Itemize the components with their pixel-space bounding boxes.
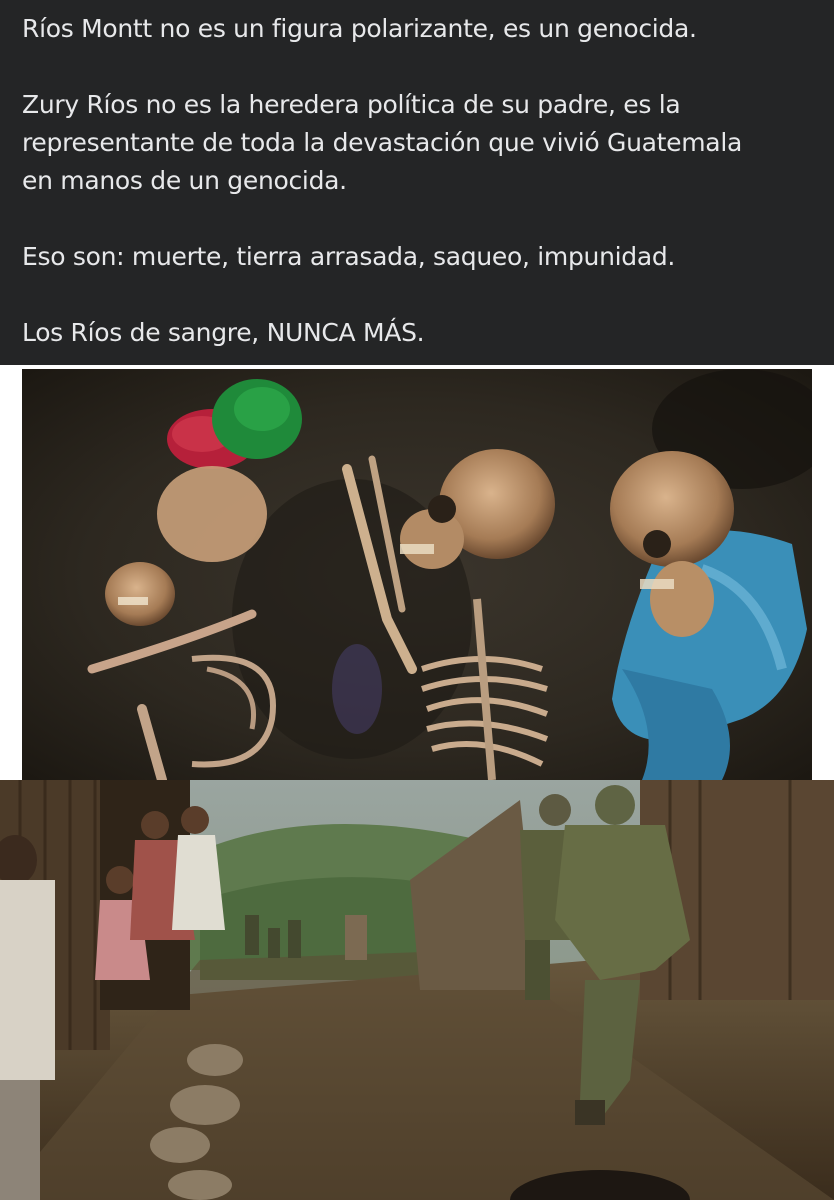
exhumation-photo-frame — [0, 365, 834, 780]
post-paragraph-2-line-3: en manos de un genocida. — [22, 166, 347, 195]
village-soldiers-photo[interactable] — [0, 780, 834, 1200]
post-text-block: Ríos Montt no es un figura polarizante, … — [0, 0, 834, 365]
village-soldiers-illustration — [0, 780, 834, 1200]
exhumation-photo[interactable] — [22, 369, 812, 780]
green-tassel — [212, 379, 302, 459]
post-paragraph-1: Ríos Montt no es un figura polarizante, … — [22, 14, 697, 43]
post-paragraph-4: Los Ríos de sangre, NUNCA MÁS. — [22, 318, 425, 347]
post-paragraph-2-line-2: representante de toda la devastación que… — [22, 128, 742, 157]
post-paragraph-2: Zury Ríos no es la heredera política de … — [22, 86, 812, 200]
post-paragraph-3: Eso son: muerte, tierra arrasada, saqueo… — [22, 242, 676, 271]
post-paragraph-2-line-1: Zury Ríos no es la heredera política de … — [22, 90, 681, 119]
exhumation-photo-illustration — [22, 369, 812, 780]
